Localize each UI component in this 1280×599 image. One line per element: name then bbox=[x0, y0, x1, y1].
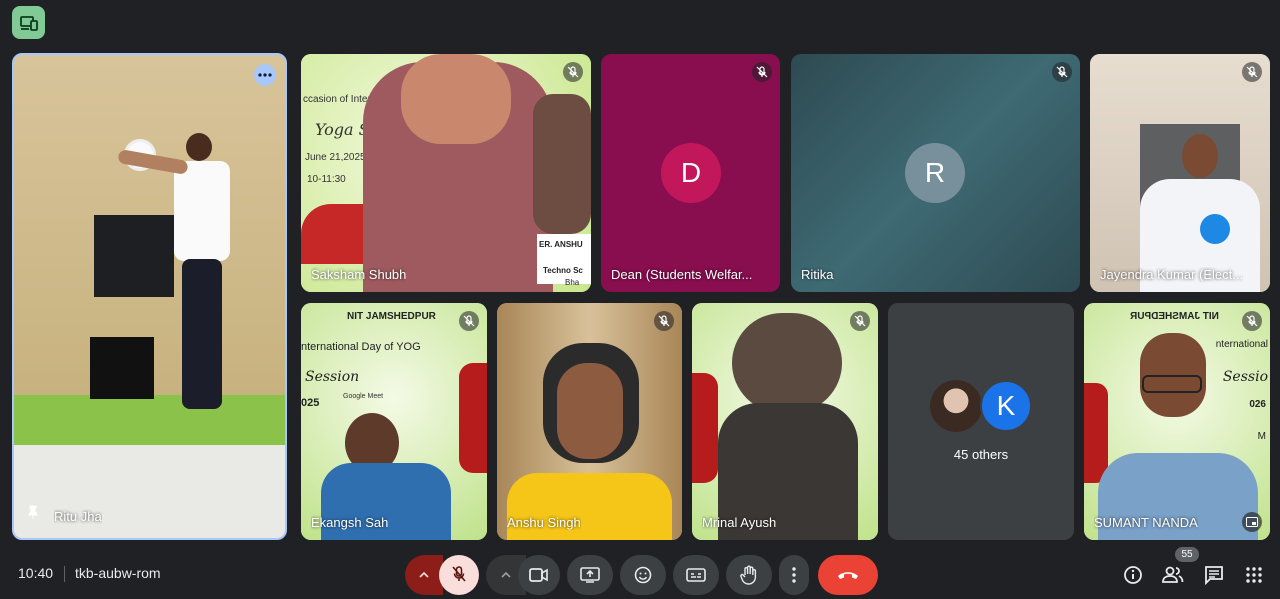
mic-off-indicator bbox=[850, 311, 870, 331]
more-vertical-icon bbox=[792, 567, 796, 583]
apps-grid-icon bbox=[1246, 567, 1262, 583]
info-icon bbox=[1124, 566, 1142, 584]
participant-name: Ritika bbox=[801, 267, 834, 282]
participant-tile-dean[interactable]: D Dean (Students Welfar... bbox=[601, 54, 780, 292]
divider bbox=[64, 566, 65, 582]
present-screen-icon bbox=[580, 567, 600, 583]
poster-text: Bha bbox=[565, 278, 580, 287]
avatar-letter: K bbox=[996, 390, 1016, 421]
mic-off-icon bbox=[658, 315, 670, 327]
avatar: D bbox=[661, 143, 721, 203]
mic-off-icon bbox=[452, 566, 466, 582]
mic-off-indicator bbox=[1242, 311, 1262, 331]
participant-tile-saksham[interactable]: ccasion of Internatio Yoga Sessi June 21… bbox=[301, 54, 591, 292]
participant-name: Dean (Students Welfar... bbox=[611, 267, 753, 282]
avatar-letter: D bbox=[680, 157, 702, 188]
mic-off-indicator bbox=[1242, 62, 1262, 82]
mic-off-indicator bbox=[1052, 62, 1072, 82]
mic-off-indicator bbox=[654, 311, 674, 331]
avatar: R bbox=[905, 143, 965, 203]
poster-text: nternational Day of YOG bbox=[301, 341, 421, 353]
mic-off-indicator bbox=[459, 311, 479, 331]
participant-name: Ritu Jha bbox=[54, 509, 102, 524]
audio-options-button[interactable] bbox=[405, 555, 443, 595]
more-options-button[interactable] bbox=[779, 555, 809, 595]
meeting-code: tkb-aubw-rom bbox=[75, 565, 161, 581]
chat-button[interactable] bbox=[1202, 563, 1226, 587]
poster-text: Session bbox=[305, 369, 360, 385]
present-screen-button[interactable] bbox=[567, 555, 613, 595]
mic-off-icon bbox=[1246, 66, 1258, 78]
poster-text: NIT JAMSHEDPUR bbox=[1130, 311, 1219, 322]
participant-count-badge: 55 bbox=[1175, 547, 1199, 562]
participant-name: Saksham Shubh bbox=[311, 267, 407, 282]
chevron-up-icon bbox=[501, 572, 511, 578]
camera-toggle-button[interactable] bbox=[518, 555, 560, 595]
participant-tile-others[interactable]: K 45 others bbox=[888, 303, 1074, 540]
closed-captions-icon bbox=[686, 568, 706, 582]
participant-name: SUMANT NANDA bbox=[1094, 515, 1198, 530]
avatar: K bbox=[980, 380, 1032, 432]
participant-tile-ritika[interactable]: R Ritika bbox=[791, 54, 1080, 292]
meeting-details-button[interactable] bbox=[1121, 563, 1145, 587]
people-icon bbox=[1162, 566, 1184, 583]
video-camera-icon bbox=[529, 568, 548, 582]
poster-text: June 21,2025 bbox=[305, 152, 366, 163]
raise-hand-icon bbox=[740, 565, 757, 585]
avatar bbox=[930, 380, 982, 432]
others-count: 45 others bbox=[953, 447, 1009, 462]
participant-name: Jayendra Kumar (Elect... bbox=[1100, 267, 1244, 282]
participant-tile-sumant[interactable]: NIT JAMSHEDPUR nternational Sessio 026 M… bbox=[1084, 303, 1270, 540]
mic-off-icon bbox=[567, 66, 579, 78]
poster-text: Google Meet bbox=[343, 393, 384, 400]
participant-tile-ritu[interactable]: Ritu Jha bbox=[12, 53, 287, 540]
microphone-toggle-button[interactable] bbox=[439, 555, 479, 595]
participant-tile-ekangsh[interactable]: NIT JAMSHEDPUR nternational Day of YOG S… bbox=[301, 303, 487, 540]
poster-text: 026 bbox=[1249, 399, 1266, 410]
end-call-icon bbox=[838, 572, 858, 579]
chat-icon bbox=[1205, 566, 1223, 585]
reactions-button[interactable] bbox=[620, 555, 666, 595]
mic-off-icon bbox=[463, 315, 475, 327]
mic-off-icon bbox=[1246, 315, 1258, 327]
poster-text: NIT JAMSHEDPUR bbox=[347, 311, 436, 322]
mic-off-icon bbox=[756, 66, 768, 78]
poster-text: Sessio bbox=[1222, 369, 1268, 385]
poster-text: 10-11:30 bbox=[307, 174, 346, 185]
poster-text: Techno Sc bbox=[543, 266, 583, 275]
poster-text: M bbox=[1257, 431, 1266, 442]
participant-tile-mrinal[interactable]: Mrinal Ayush bbox=[692, 303, 878, 540]
mic-off-icon bbox=[1056, 66, 1068, 78]
pin-icon bbox=[26, 505, 40, 524]
poster-text: ER. ANSHU bbox=[539, 240, 583, 249]
participant-name: Anshu Singh bbox=[507, 515, 581, 530]
more-horizontal-icon bbox=[258, 73, 272, 77]
participant-tile-jayendra[interactable]: Jayendra Kumar (Elect... bbox=[1090, 54, 1270, 292]
people-button[interactable] bbox=[1161, 563, 1185, 587]
emoji-icon bbox=[634, 566, 652, 584]
participant-name: Ekangsh Sah bbox=[311, 515, 389, 530]
participant-tile-anshu[interactable]: Anshu Singh bbox=[497, 303, 682, 540]
mic-off-indicator bbox=[752, 62, 772, 82]
pip-icon[interactable] bbox=[1242, 512, 1262, 532]
more-options-button[interactable] bbox=[254, 64, 276, 86]
mic-off-icon bbox=[854, 315, 866, 327]
poster-text: 025 bbox=[301, 397, 320, 409]
chevron-up-icon bbox=[419, 572, 429, 578]
activities-button[interactable] bbox=[1242, 563, 1266, 587]
captions-button[interactable] bbox=[673, 555, 719, 595]
devices-icon bbox=[19, 15, 38, 31]
mic-off-indicator bbox=[563, 62, 583, 82]
change-layout-button[interactable] bbox=[12, 6, 45, 39]
meeting-time: 10:40 bbox=[18, 565, 54, 581]
avatar-letter: R bbox=[924, 157, 946, 188]
poster-text: nternational bbox=[1215, 339, 1268, 350]
leave-call-button[interactable] bbox=[818, 555, 878, 595]
participant-name: Mrinal Ayush bbox=[702, 515, 777, 530]
raise-hand-button[interactable] bbox=[726, 555, 772, 595]
